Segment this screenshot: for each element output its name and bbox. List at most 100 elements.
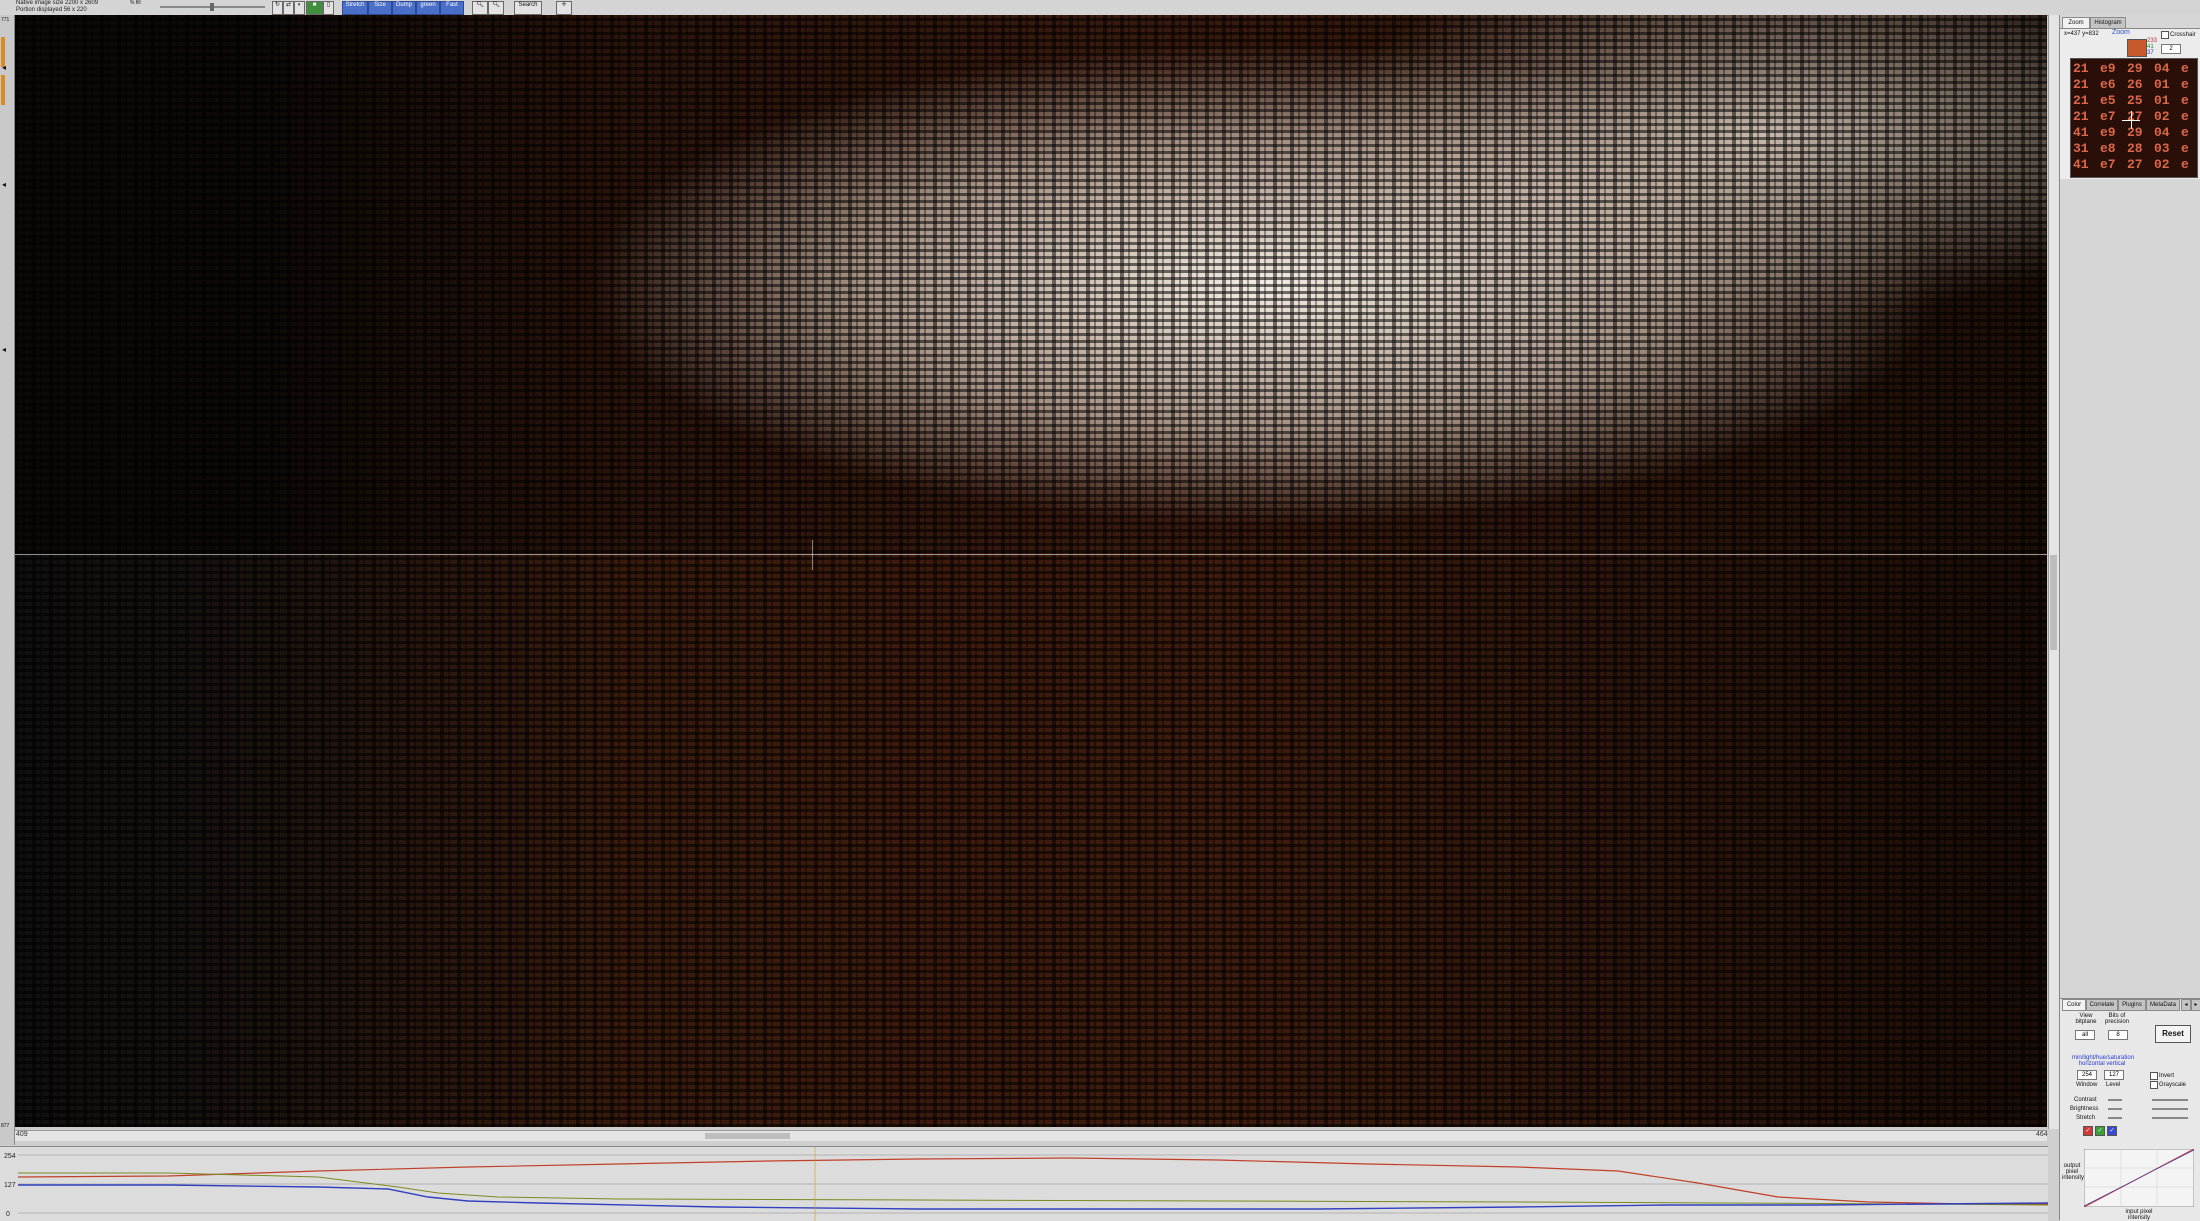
vertical-scrollbar-thumb[interactable] bbox=[2050, 555, 2057, 650]
zoom-cell: e7 bbox=[2100, 157, 2116, 172]
blue-channel-checkbox[interactable]: ✓ bbox=[2107, 1126, 2117, 1136]
zoom-out-icon[interactable]: 🔍︎ bbox=[488, 1, 504, 15]
zoom-cell: 25 bbox=[2127, 93, 2143, 108]
zoom-cell: e bbox=[2181, 61, 2189, 76]
tab-plugins[interactable]: Plugins bbox=[2118, 999, 2146, 1011]
zoom-crosshair-horizontal bbox=[2122, 120, 2140, 121]
output-intensity-label: output pixel intensity bbox=[2062, 1163, 2085, 1181]
window-input[interactable]: 254 bbox=[2077, 1070, 2097, 1080]
profile-ymax-label: 254 bbox=[4, 1153, 16, 1160]
horizontal-scrollbar[interactable] bbox=[15, 1130, 2047, 1141]
horizontal-scrollbar-thumb[interactable] bbox=[705, 1133, 790, 1139]
level-input[interactable]: 127 bbox=[2104, 1070, 2124, 1080]
zoom-slider-thumb[interactable] bbox=[210, 3, 214, 11]
zoom-cell: 29 bbox=[2127, 125, 2143, 140]
zoom-magnified-view[interactable]: 21 e9 29 04 e 21 e6 26 01 e 21 e5 25 01 e 21 e7 27 02 e 41 e9… bbox=[2070, 58, 2198, 178]
search-button[interactable]: Search bbox=[514, 1, 542, 15]
zoom-cell: e bbox=[2181, 93, 2189, 108]
grayscale-label: Grayscale bbox=[2159, 1082, 2187, 1088]
zoom-cell: e8 bbox=[2100, 141, 2116, 156]
input-intensity-label: input pixel intensity bbox=[2125, 1209, 2153, 1221]
profile-green-line bbox=[18, 1172, 2048, 1206]
brightness-slider[interactable] bbox=[2108, 1108, 2122, 1110]
zoom-cell: 21 bbox=[2073, 93, 2089, 108]
flip-icon[interactable]: ⇄ bbox=[283, 1, 294, 15]
transfer-curve-plot bbox=[2084, 1149, 2194, 1207]
profile-ymid-label: 127 bbox=[4, 1182, 16, 1189]
intensity-profile-plot: 254 127 0 bbox=[0, 1146, 2048, 1221]
crosshair-label: Crosshair bbox=[2170, 32, 2196, 38]
invert-label: Invert bbox=[2159, 1073, 2175, 1079]
grayscale-checkbox[interactable] bbox=[2150, 1081, 2158, 1089]
zoom-cell: e9 bbox=[2100, 61, 2116, 76]
zoom-cell: 27 bbox=[2127, 109, 2143, 124]
tab-color[interactable]: Color bbox=[2062, 999, 2086, 1011]
arrow-left-icon-3[interactable]: ◂ bbox=[2, 345, 6, 354]
zoom-cell: 26 bbox=[2127, 77, 2143, 92]
left-tool-strip: ◂ ◂ ◂ 771 877 bbox=[0, 15, 15, 1145]
zoom-cell: 04 bbox=[2154, 125, 2170, 140]
zoom-in-icon[interactable]: 🔍︎ bbox=[472, 1, 488, 15]
zoom-cell: e6 bbox=[2100, 77, 2116, 92]
red-channel-checkbox[interactable]: ✓ bbox=[2083, 1126, 2093, 1136]
crosshair-checkbox[interactable] bbox=[2161, 31, 2169, 39]
arrow-left-icon-2[interactable]: ◂ bbox=[2, 180, 6, 189]
tab-metadata[interactable]: MetaData bbox=[2146, 999, 2180, 1011]
vertical-scrollbar[interactable] bbox=[2048, 15, 2059, 1129]
bitplane-select[interactable]: all bbox=[2075, 1030, 2095, 1040]
tab-correlate[interactable]: Correlate bbox=[2086, 999, 2118, 1011]
zoom-cell: e bbox=[2181, 125, 2189, 140]
pixel-color-swatch bbox=[2127, 39, 2147, 57]
contrast-slider[interactable] bbox=[2108, 1099, 2122, 1101]
tab-scroll-right-icon[interactable]: ▸ bbox=[2191, 999, 2200, 1011]
level-label: Level bbox=[2106, 1082, 2121, 1088]
mirror-icon[interactable]: ◐ bbox=[294, 1, 305, 15]
portion-displayed-text: Portion displayed 56 x 220 bbox=[16, 7, 87, 13]
zoom-cell: e bbox=[2181, 109, 2189, 124]
view-bitplane-label: View bitplane bbox=[2075, 1013, 2097, 1025]
zoom-cell: e bbox=[2181, 141, 2189, 156]
zoom-cell: e7 bbox=[2100, 109, 2116, 124]
rotate-icon[interactable]: ↻ bbox=[272, 1, 283, 15]
profile-blue-line bbox=[18, 1184, 2048, 1210]
pixel-hex-canvas[interactable] bbox=[15, 15, 2047, 1127]
contrast-slider-right[interactable] bbox=[2152, 1099, 2188, 1101]
fast-button[interactable]: Fast bbox=[440, 1, 464, 15]
green-channel-checkbox[interactable]: ✓ bbox=[2095, 1126, 2105, 1136]
stretch-button[interactable]: Stretch bbox=[342, 1, 368, 15]
size-button[interactable]: Size bbox=[368, 1, 392, 15]
orientation-link[interactable]: horizontal vertical bbox=[2072, 1061, 2132, 1067]
zoom-cell: 01 bbox=[2154, 93, 2170, 108]
marker-lower bbox=[1, 75, 5, 105]
tab-scroll-left-icon[interactable]: ◂ bbox=[2181, 999, 2191, 1011]
row-start-label: 771 bbox=[1, 17, 10, 23]
stretch-label: Stretch bbox=[2076, 1115, 2096, 1121]
profile-ymin-label: 0 bbox=[6, 1211, 10, 1218]
zoom-factor-select[interactable]: 2 bbox=[2161, 44, 2181, 54]
zoom-cell: e5 bbox=[2100, 93, 2116, 108]
zoom-cell: 03 bbox=[2154, 141, 2170, 156]
zoom-cell: e9 bbox=[2100, 125, 2116, 140]
precision-select[interactable]: 8 bbox=[2108, 1030, 2128, 1040]
brightness-label: Brightness bbox=[2070, 1106, 2099, 1112]
crosshair-tool-icon[interactable]: ✛ bbox=[556, 1, 572, 15]
arrow-left-icon[interactable]: ◂ bbox=[2, 63, 6, 72]
stretch-slider-right[interactable] bbox=[2152, 1117, 2188, 1119]
swatch-blue-value: 37 bbox=[2147, 50, 2154, 56]
row-end-label: 877 bbox=[1, 1123, 10, 1129]
reset-button[interactable]: Reset bbox=[2155, 1025, 2191, 1043]
green-button[interactable]: green bbox=[416, 1, 440, 15]
dump-button[interactable]: Dump bbox=[392, 1, 416, 15]
zoom-cell: 21 bbox=[2073, 77, 2089, 92]
invert-checkbox[interactable] bbox=[2150, 1072, 2158, 1080]
zoom-cell: e bbox=[2181, 77, 2189, 92]
main-toolbar: Native image size 2200 x 2609 Portion di… bbox=[0, 0, 2200, 16]
col-start-label: 409 bbox=[16, 1131, 28, 1138]
zoom-cell: 04 bbox=[2154, 61, 2170, 76]
brightness-slider-right[interactable] bbox=[2152, 1108, 2188, 1110]
zoom-cell: 01 bbox=[2154, 77, 2170, 92]
frame-toggle-icon[interactable]: ▯ bbox=[323, 1, 334, 15]
contrast-label: Contrast bbox=[2074, 1097, 2097, 1103]
stretch-slider[interactable] bbox=[2108, 1117, 2122, 1119]
color-mode-icon[interactable]: ■ bbox=[306, 1, 323, 15]
